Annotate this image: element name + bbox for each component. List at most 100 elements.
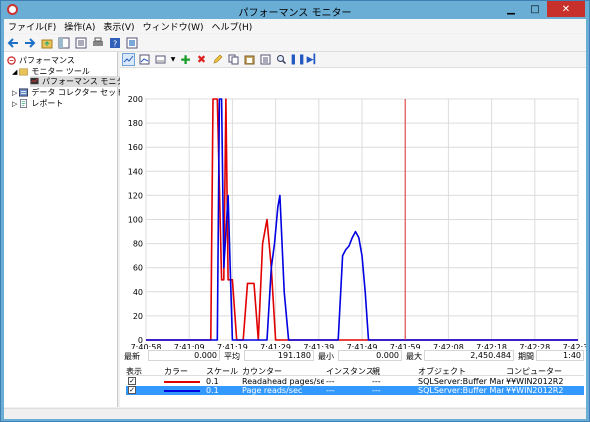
update-data-icon[interactable]: ▶▎ <box>307 53 321 66</box>
counter-instance: --- <box>326 377 335 386</box>
navigation-tree: パフォーマンス ◢ モニター ツール パフォーマンス モニター ▷ データ コレ… <box>4 52 136 407</box>
view-log-data-icon[interactable] <box>138 53 151 66</box>
status-bar <box>4 408 586 419</box>
counter-instance: --- <box>326 386 335 395</box>
minimize-button[interactable]: ▁ <box>499 1 523 17</box>
stat-last-value: 0.000 <box>148 350 220 361</box>
help-icon[interactable]: ? <box>108 36 122 50</box>
counter-name: Readahead pages/sec <box>242 377 324 386</box>
counter-computer: ¥¥WIN2012R2 <box>506 377 564 386</box>
counter-color-swatch <box>164 390 200 392</box>
forward-arrow-icon[interactable] <box>23 36 37 50</box>
menu-help[interactable]: ヘルプ(H) <box>208 20 257 33</box>
header-instance[interactable]: インスタンス <box>326 366 374 377</box>
counter-parent: --- <box>372 386 381 395</box>
y-tick-label: 80 <box>133 240 143 249</box>
y-tick-label: 40 <box>133 288 143 297</box>
header-color[interactable]: カラー <box>164 366 188 377</box>
y-tick-label: 200 <box>128 95 143 104</box>
tree-label-reports: レポート <box>31 99 64 108</box>
tree-item-data-collector-sets[interactable]: ▷ データ コレクター セット <box>12 87 124 98</box>
main-toolbar: ? <box>4 34 586 52</box>
counter-computer: ¥¥WIN2012R2 <box>506 386 564 395</box>
client-area: ファイル(F) 操作(A) 表示(V) ウィンドウ(W) ヘルプ(H) ? パフ… <box>4 19 586 419</box>
dropdown-arrow-icon[interactable]: ▼ <box>170 53 176 66</box>
menu-window[interactable]: ウィンドウ(W) <box>139 20 208 33</box>
svg-text:?: ? <box>113 39 117 48</box>
y-tick-label: 180 <box>128 119 143 128</box>
counter-parent: --- <box>372 377 381 386</box>
counter-row[interactable]: ✓ 0.1 Readahead pages/sec --- --- SQLSer… <box>126 377 584 386</box>
counter-row-selected[interactable]: ✓ 0.1 Page reads/sec --- --- SQLServer:B… <box>126 386 584 395</box>
header-scale[interactable]: スケール <box>206 366 238 377</box>
chart-monitor-icon <box>30 77 39 85</box>
menu-action[interactable]: 操作(A) <box>60 20 99 33</box>
header-parent[interactable]: 親 <box>372 366 380 377</box>
counter-object: SQLServer:Buffer Man... <box>418 386 504 395</box>
collapsed-chevron-icon: ▷ <box>12 88 18 97</box>
tree-label-perf-monitor: パフォーマンス モニター <box>42 77 133 86</box>
y-tick-label: 160 <box>128 143 143 152</box>
show-checkbox[interactable]: ✓ <box>128 377 136 385</box>
zoom-icon[interactable] <box>275 53 288 66</box>
graph-toolbar: ▼ ✚ ✖ ❚❚ ▶▎ <box>120 52 586 68</box>
show-hide-tree-icon[interactable] <box>57 36 71 50</box>
stat-last-label: 最新 <box>124 352 140 361</box>
window-controls: ▁ □ ✕ <box>499 1 585 17</box>
view-current-activity-icon[interactable] <box>122 53 135 66</box>
app-window: パフォーマンス モニター ▁ □ ✕ ファイル(F) 操作(A) 表示(V) ウ… <box>0 0 590 422</box>
mmc-view-icon[interactable] <box>125 36 139 50</box>
stat-avg-value: 191.180 <box>244 350 314 361</box>
tree-item-reports[interactable]: ▷ レポート <box>12 98 63 109</box>
performance-monitor-pane: ▼ ✚ ✖ ❚❚ ▶▎ 0 20 40 60 80 100 120 140 16… <box>120 52 586 407</box>
performance-icon <box>7 56 16 65</box>
menu-view[interactable]: 表示(V) <box>99 20 138 33</box>
delete-counter-icon[interactable]: ✖ <box>195 53 208 66</box>
y-tick-label: 100 <box>128 216 143 225</box>
up-folder-icon[interactable] <box>40 36 54 50</box>
change-graph-type-icon[interactable] <box>154 53 167 66</box>
y-tick-label: 120 <box>128 191 143 200</box>
stat-duration-value: 1:40 <box>536 350 584 361</box>
stat-duration-label: 期間 <box>518 352 534 361</box>
tree-item-performance[interactable]: パフォーマンス <box>7 55 75 66</box>
data-collector-icon <box>19 88 29 97</box>
title-bar[interactable]: パフォーマンス モニター ▁ □ ✕ <box>1 1 589 19</box>
counter-header-row: 表示 カラー スケール カウンター インスタンス 親 オブジェクト コンピュータ… <box>126 366 584 376</box>
menu-bar: ファイル(F) 操作(A) 表示(V) ウィンドウ(W) ヘルプ(H) <box>4 19 586 33</box>
freeze-display-icon[interactable]: ❚❚ <box>289 53 306 66</box>
expanded-chevron-icon: ◢ <box>12 67 18 76</box>
paste-counter-list-icon[interactable] <box>243 53 256 66</box>
properties-icon[interactable] <box>259 53 272 66</box>
counter-scale: 0.1 <box>206 377 219 386</box>
header-computer[interactable]: コンピューター <box>506 366 562 377</box>
add-counter-icon[interactable]: ✚ <box>179 53 192 67</box>
counter-legend-table: 表示 カラー スケール カウンター インスタンス 親 オブジェクト コンピュータ… <box>126 366 584 406</box>
properties-list-icon[interactable] <box>74 36 88 50</box>
copy-properties-icon[interactable] <box>227 53 240 66</box>
stat-min-value: 0.000 <box>338 350 402 361</box>
close-button[interactable]: ✕ <box>547 1 585 17</box>
header-object[interactable]: オブジェクト <box>418 366 466 377</box>
y-tick-label: 60 <box>133 264 143 273</box>
folder-icon <box>19 68 29 76</box>
counter-object: SQLServer:Buffer Man... <box>418 377 504 386</box>
counter-scale: 0.1 <box>206 386 219 395</box>
highlight-pencil-icon[interactable] <box>211 53 224 66</box>
performance-line-chart: 020406080100120140160180200 7:40:58 7:41:… <box>128 95 586 349</box>
counter-name: Page reads/sec <box>242 386 303 395</box>
stat-min-label: 最小 <box>318 352 334 361</box>
stat-max-label: 最大 <box>406 352 422 361</box>
y-tick-label: 140 <box>128 167 143 176</box>
tree-label-data-collector-sets: データ コレクター セット <box>31 88 125 97</box>
stats-bar: 最新 0.000 平均 191.180 最小 0.000 最大 2,450.48… <box>120 349 586 363</box>
collapsed-chevron-icon: ▷ <box>12 99 18 108</box>
header-show[interactable]: 表示 <box>126 366 142 377</box>
maximize-button[interactable]: □ <box>523 1 547 17</box>
y-tick-label: 20 <box>133 312 143 321</box>
menu-file[interactable]: ファイル(F) <box>4 20 60 33</box>
show-checkbox[interactable]: ✓ <box>128 386 136 394</box>
back-arrow-icon[interactable] <box>6 36 20 50</box>
print-icon[interactable] <box>91 36 105 50</box>
header-counter[interactable]: カウンター <box>242 366 282 377</box>
